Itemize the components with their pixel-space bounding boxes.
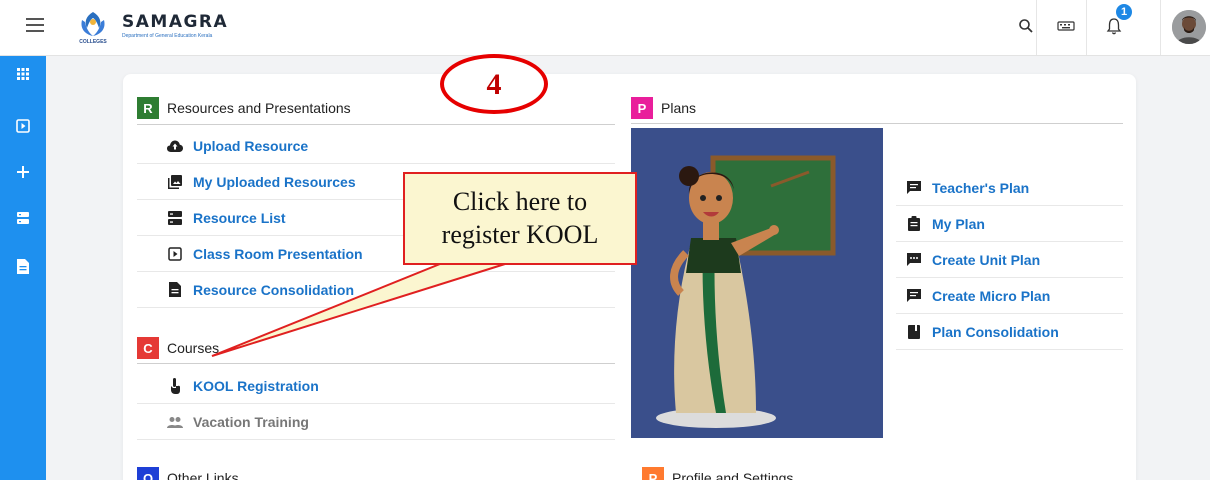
section-title: Profile and Settings: [672, 470, 794, 480]
link-vacation-training[interactable]: Vacation Training: [137, 404, 615, 440]
link-resource-consolidation[interactable]: Resource Consolidation: [137, 272, 615, 308]
link-my-plan[interactable]: My Plan: [896, 206, 1123, 242]
touch-app-icon: [167, 377, 183, 394]
user-avatar[interactable]: [1172, 10, 1206, 44]
link-label: Class Room Presentation: [193, 245, 363, 262]
section-courses-header: C Courses: [137, 337, 219, 359]
link-label: My Plan: [932, 215, 985, 232]
section-plans-header: P Plans: [631, 97, 696, 119]
header-divider: [1160, 0, 1161, 55]
keyboard-icon[interactable]: [1050, 10, 1082, 42]
samagra-logo: COLLEGES: [74, 8, 112, 46]
section-letter-c: C: [137, 337, 159, 359]
group-icon: [167, 414, 183, 430]
link-label: Teacher's Plan: [932, 179, 1030, 196]
section-title: Resources and Presentations: [167, 100, 351, 116]
link-label: Resource List: [193, 209, 286, 226]
plus-icon[interactable]: [0, 158, 46, 186]
description-icon: [167, 282, 183, 298]
section-letter-r: R: [137, 97, 159, 119]
link-plan-consolidation[interactable]: Plan Consolidation: [896, 314, 1123, 350]
section-other-links-header: O Other Links: [137, 467, 239, 480]
section-title: Plans: [661, 100, 697, 116]
presentation-icon[interactable]: [0, 112, 46, 140]
brand-title: SAMAGRA: [122, 12, 229, 32]
link-kool-registration[interactable]: KOOL Registration: [137, 368, 615, 404]
link-label: Vacation Training: [193, 413, 309, 430]
search-icon[interactable]: [1010, 10, 1042, 42]
comment-icon: [906, 180, 922, 196]
chat-bubble-icon: [906, 252, 922, 268]
step-number-circle: 4: [440, 54, 548, 114]
brand: SAMAGRA Department of General Education …: [122, 12, 228, 39]
link-label: KOOL Registration: [193, 377, 319, 394]
section-letter-p2: P: [642, 467, 664, 480]
link-create-unit-plan[interactable]: Create Unit Plan: [896, 242, 1123, 278]
document-icon[interactable]: [0, 252, 46, 280]
link-label: Plan Consolidation: [932, 323, 1059, 340]
section-letter-o: O: [137, 467, 159, 480]
link-label: Create Micro Plan: [932, 287, 1051, 304]
bell-icon[interactable]: 1: [1098, 4, 1132, 42]
brand-subtitle: Department of General Education Kerala: [122, 33, 213, 39]
top-header: COLLEGES SAMAGRA Department of General E…: [0, 0, 1210, 56]
photo-library-icon: [167, 174, 183, 190]
header-divider: [1036, 0, 1037, 55]
apps-icon[interactable]: [0, 60, 46, 88]
book-icon: [906, 324, 922, 340]
section-divider: [137, 363, 615, 364]
list-icon[interactable]: [0, 204, 46, 232]
callout-box: Click here to register KOOL: [403, 172, 637, 265]
cloud-upload-icon: [167, 138, 183, 154]
link-create-micro-plan[interactable]: Create Micro Plan: [896, 278, 1123, 314]
svg-text:COLLEGES: COLLEGES: [79, 39, 107, 45]
assignment-icon: [906, 216, 922, 232]
menu-hamburger-icon[interactable]: [26, 18, 44, 32]
section-divider: [137, 124, 615, 125]
link-label: Resource Consolidation: [193, 281, 355, 298]
link-upload-resource[interactable]: Upload Resource: [137, 128, 615, 164]
slideshow-icon: [167, 246, 183, 262]
notification-badge: 1: [1116, 4, 1132, 20]
section-title: Other Links: [167, 470, 239, 480]
section-resources-header: R Resources and Presentations: [137, 97, 351, 119]
section-divider: [631, 123, 1123, 124]
link-label: Upload Resource: [193, 137, 309, 154]
link-label: My Uploaded Resources: [193, 173, 356, 190]
left-sidebar: [0, 56, 46, 480]
callout-text-line2: register KOOL: [441, 220, 599, 249]
callout-text-line1: Click here to: [452, 187, 588, 216]
section-title: Courses: [167, 340, 220, 356]
comment-icon: [906, 288, 922, 304]
link-label: Create Unit Plan: [932, 251, 1041, 268]
link-teachers-plan[interactable]: Teacher's Plan: [896, 170, 1123, 206]
storage-icon: [167, 210, 183, 226]
section-profile-header: P Profile and Settings: [642, 467, 793, 480]
teacher-illustration: [631, 128, 883, 438]
section-letter-p: P: [631, 97, 653, 119]
header-divider: [1086, 0, 1087, 55]
